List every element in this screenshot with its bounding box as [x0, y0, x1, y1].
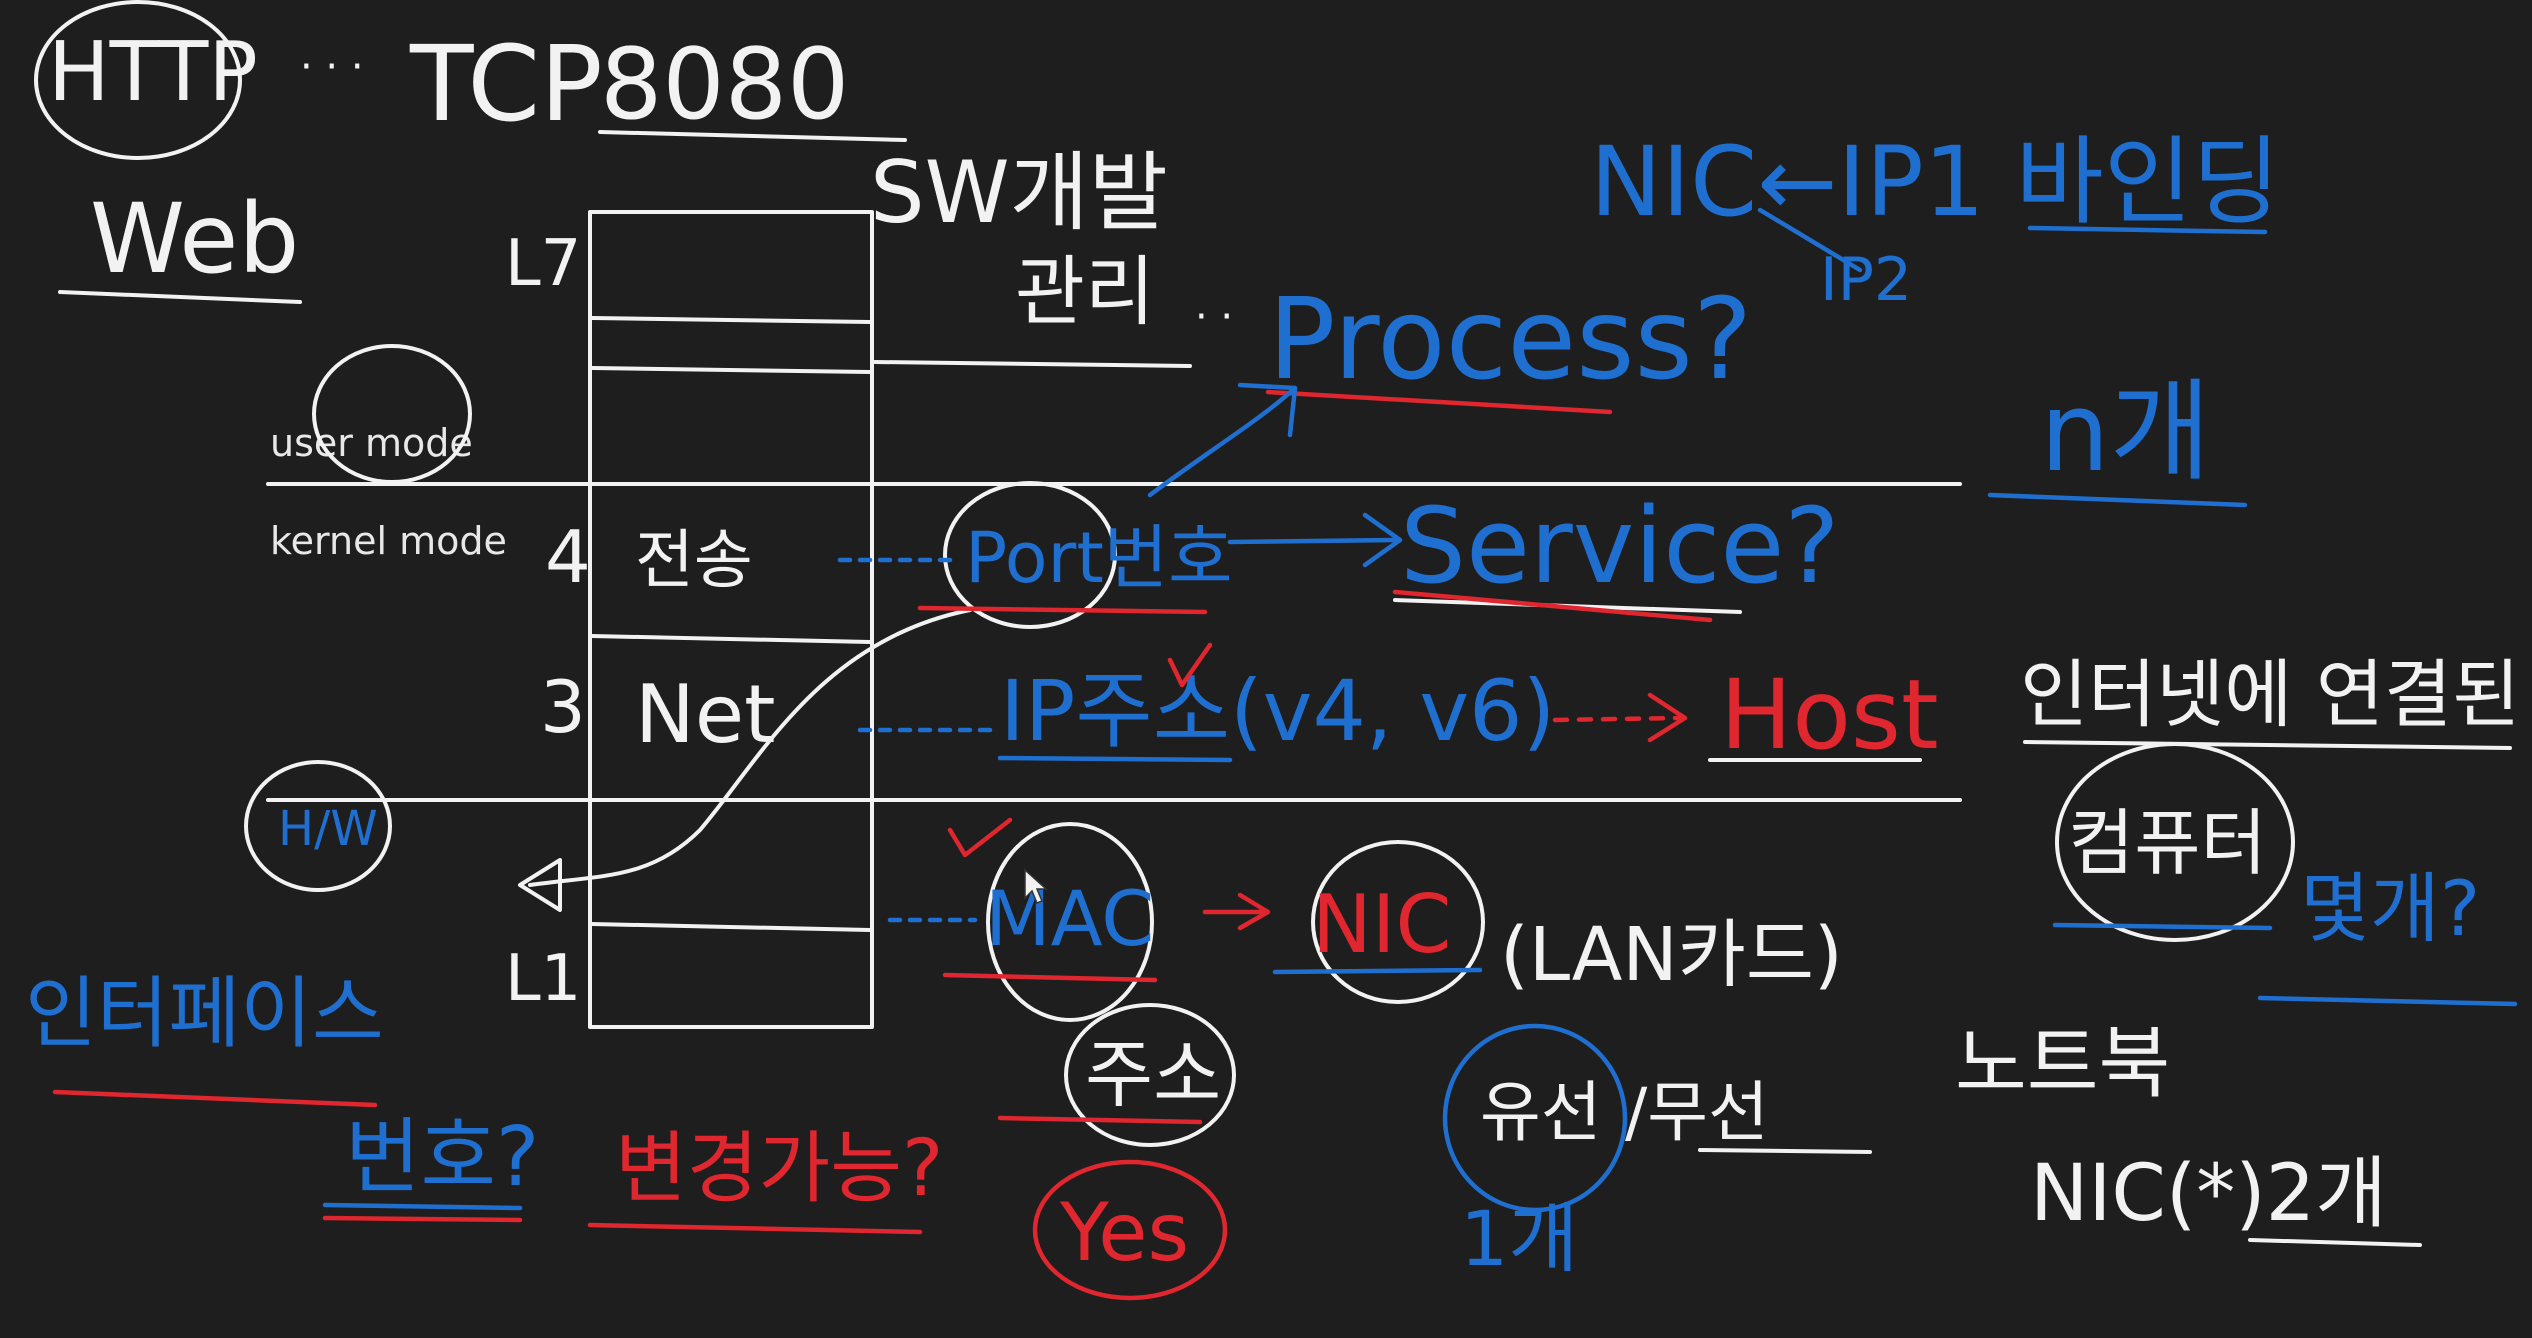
tcp-label: TCP: [409, 23, 603, 145]
wireless-underline: [1698, 1148, 1872, 1154]
user-mode-label: user mode: [270, 421, 473, 465]
layer-line-1: [590, 316, 872, 324]
nic-label: NIC: [1312, 878, 1451, 971]
port-to-service-arrow: [1227, 537, 1398, 545]
host-label: Host: [1720, 659, 1939, 771]
internet-connected-label: 인터넷에 연결된: [2020, 652, 2520, 738]
wired-label: 유선: [1480, 1074, 1601, 1151]
layer-3-text: Net: [635, 668, 775, 761]
layer-line-4: [590, 922, 872, 932]
layer-l7-label: L7: [505, 227, 581, 301]
nic-2-label: NIC(*)2개: [2030, 1149, 2387, 1239]
layer-l1-label: L1: [505, 942, 581, 1016]
interface-label: 인터페이스: [25, 969, 384, 1059]
wireless-label: /무선: [1625, 1074, 1769, 1151]
changeable-underline: [587, 1222, 923, 1235]
mac-label: MAC: [985, 874, 1154, 963]
process-label: Process?: [1268, 275, 1752, 405]
layer-3-label: 3: [540, 665, 586, 749]
computer-underline: [2052, 922, 2273, 931]
how-many-underline: [2257, 995, 2518, 1007]
yes-label: Yes: [1059, 1186, 1189, 1279]
kernel-mode-label: kernel mode: [270, 519, 507, 563]
layer-4-text: 전송: [635, 524, 753, 598]
ip-label: IP주소(v4, v6): [1000, 662, 1555, 760]
ip-underline: [997, 755, 1233, 763]
port-label: Port번호: [965, 517, 1233, 599]
port-to-process-arrow: [1147, 385, 1298, 498]
n-count-underline: [1987, 492, 2248, 508]
number-q-underline: [322, 1202, 523, 1211]
nic-ip-binding-label: NIC←IP1 바인딩: [1590, 126, 2280, 238]
layer-line-2: [590, 366, 872, 374]
n-count-label: n개: [2040, 368, 2211, 496]
hw-label: H/W: [278, 801, 378, 857]
computer-label: 컴퓨터: [2068, 801, 2267, 885]
sw-dev-label: SW개발: [870, 143, 1168, 243]
address-label: 주소: [1085, 1032, 1221, 1118]
number-q-label: 번호?: [345, 1110, 539, 1205]
notebook-label: 노트북: [1955, 1019, 2170, 1109]
mac-underline: [942, 972, 1158, 983]
ip-to-host-arrow: [1552, 715, 1683, 723]
http-label: HTTP: [48, 25, 258, 120]
port-number-label: 8080: [600, 28, 849, 142]
changeable-label: 변경가능?: [615, 1124, 943, 1214]
manage-line: [873, 360, 1192, 368]
how-many-label: 몇개?: [2300, 864, 2480, 953]
layer-stack-box: [588, 210, 874, 1029]
mac-red-check: [947, 817, 1013, 858]
service-label: Service?: [1400, 485, 1840, 607]
address-underline: [997, 1115, 1203, 1125]
layer-4-label: 4: [545, 515, 591, 599]
nic-2-underline: [2248, 1238, 2422, 1247]
lan-card-label: (LAN카드): [1500, 912, 1843, 998]
number-q-underline-red: [322, 1215, 523, 1223]
layer-line-3: [590, 634, 872, 644]
manage-label: 관리: [1015, 247, 1155, 336]
internet-underline: [2023, 740, 2512, 750]
one-count-label: 1개: [1460, 1194, 1578, 1283]
dots-1: · · ·: [300, 44, 364, 90]
dots-2: · ·: [1195, 294, 1233, 340]
web-label: Web: [90, 183, 299, 295]
whiteboard-canvas: HTTP Web · · · TCP 8080 SW개발 L7 4 전송 3 N…: [25, 0, 2520, 1301]
nic-underline: [1272, 967, 1483, 975]
interface-underline: [52, 1089, 378, 1108]
